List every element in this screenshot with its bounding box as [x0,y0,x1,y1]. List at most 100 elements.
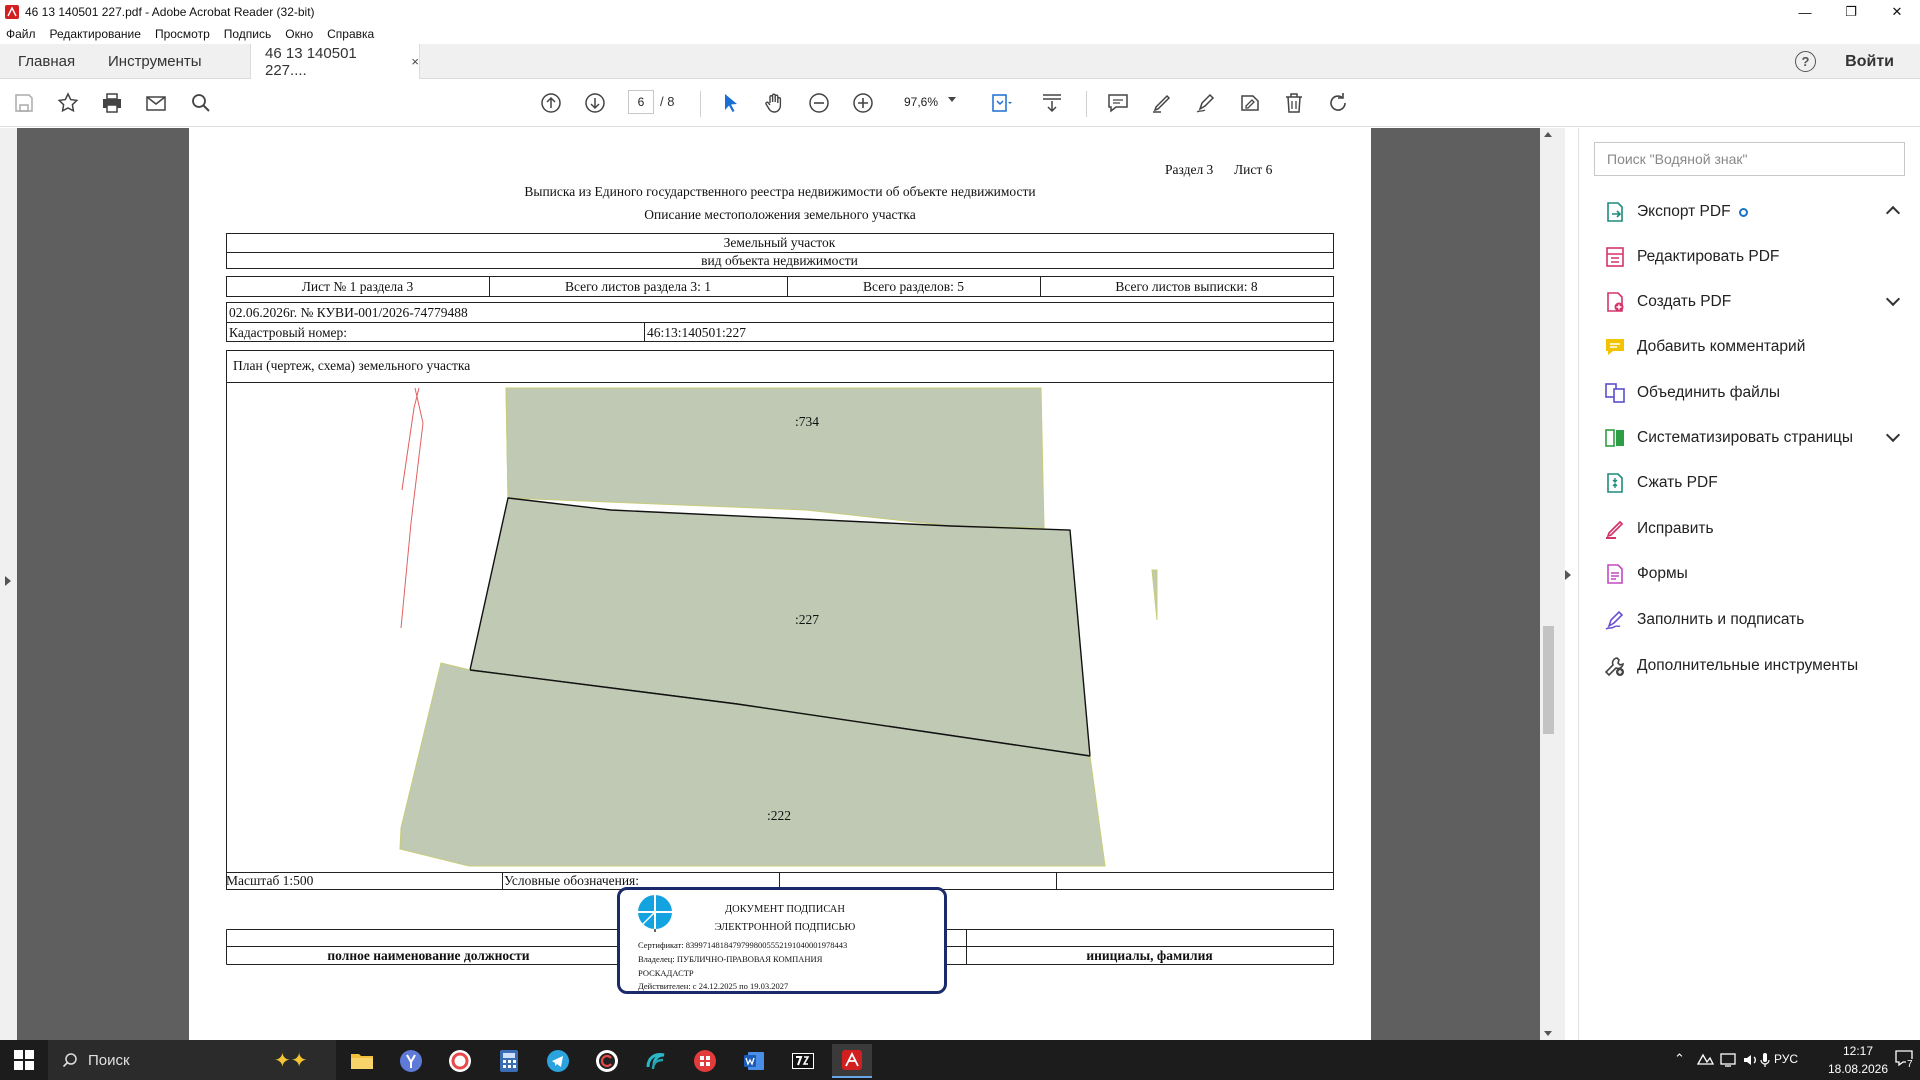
find-icon[interactable] [187,89,215,117]
show-hidden-icons-icon[interactable]: ⌃ [1674,1051,1685,1067]
print-icon[interactable] [98,89,126,117]
scroll-mode-icon[interactable] [1038,89,1066,117]
help-icon[interactable]: ? [1795,51,1816,72]
input-language[interactable]: РУС [1774,1052,1798,1066]
network-icon[interactable] [1720,1052,1738,1068]
menu-edit[interactable]: Редактирование [50,27,141,41]
comment-icon[interactable] [1104,89,1132,117]
cadastral-value: 46:13:140501:227 [647,325,747,340]
tab-document[interactable]: 46 13 140501 227.... × [250,44,420,79]
wave-app-icon[interactable] [636,1044,676,1078]
tool-label: Дополнительные инструменты [1637,657,1859,674]
bookmark-star-icon[interactable] [54,89,82,117]
name-caption: инициалы, фамилия [1086,948,1213,963]
menu-help[interactable]: Справка [327,27,374,41]
document-viewer[interactable]: Раздел 3 Лист 6 Выписка из Единого госуд… [0,128,1565,1040]
tool-label: Систематизировать страницы [1637,429,1853,446]
volume-icon[interactable] [1742,1052,1760,1068]
delete-icon[interactable] [1280,89,1308,117]
sign-pen-icon[interactable] [1192,89,1220,117]
stamp-certificate: Сертификат: 8399714818479799800555219104… [638,940,848,950]
tool-organize-pages[interactable]: Систематизировать страницы [1603,423,1853,453]
page-fit-icon[interactable] [987,89,1015,117]
tab-tools[interactable]: Инструменты [108,44,202,79]
sign-in-button[interactable]: Войти [1845,44,1894,79]
c-app-icon[interactable] [587,1044,627,1078]
rotate-icon[interactable] [1324,89,1352,117]
menu-window[interactable]: Окно [285,27,313,41]
page-number-input[interactable]: 6 [628,90,654,114]
rosreestr-emblem-icon [638,895,672,932]
page-total: / 8 [660,94,675,109]
copilot-tray-icon[interactable] [1696,1052,1714,1068]
start-button[interactable] [4,1043,44,1077]
hand-tool-icon[interactable] [761,89,789,117]
email-icon[interactable] [142,89,170,117]
zoom-out-icon[interactable] [805,89,833,117]
select-tool-icon[interactable] [717,89,745,117]
menu-file[interactable]: Файл [6,27,36,41]
vertical-scrollbar[interactable] [1540,128,1557,1040]
tool-edit-pdf[interactable]: Редактировать PDF [1603,242,1779,272]
left-pane-toggle[interactable] [0,128,17,1040]
taskbar-search[interactable]: Поиск ✦✦ [48,1040,336,1080]
tools-search-input[interactable]: Поиск "Водяной знак" [1594,142,1905,176]
browser-app-icon[interactable] [440,1044,480,1078]
sheets-total: Всего листов выписки: 8 [1115,279,1258,294]
save-icon[interactable] [10,89,38,117]
previous-page-icon[interactable] [537,89,565,117]
tool-fill-and-sign[interactable]: Заполнить и подписать [1603,605,1804,635]
expand-left-pane-icon[interactable] [5,576,11,586]
media-app-icon[interactable] [685,1044,725,1078]
tool-compress-pdf[interactable]: Сжать PDF [1603,468,1718,498]
expand-chevron-icon[interactable] [1885,427,1901,443]
position-caption: полное наименование должности [327,948,530,963]
notifications-button[interactable]: 7 [1894,1048,1916,1070]
yandex-browser-icon[interactable] [391,1044,431,1078]
pdf-page: Раздел 3 Лист 6 Выписка из Единого госуд… [189,128,1371,1040]
telegram-icon[interactable] [538,1044,578,1078]
menu-view[interactable]: Просмотр [155,27,210,41]
expand-chevron-icon[interactable] [1885,291,1901,307]
tool-redact[interactable]: Исправить [1603,514,1714,544]
maximize-button[interactable]: ❐ [1828,0,1874,24]
file-explorer-icon[interactable] [342,1044,382,1078]
new-feature-badge-icon [1738,207,1748,217]
scroll-up-icon[interactable] [1544,132,1552,137]
tool-combine-files[interactable]: Объединить файлы [1603,378,1780,408]
scroll-down-icon[interactable] [1544,1031,1552,1036]
zoom-in-icon[interactable] [849,89,877,117]
microphone-icon[interactable] [1760,1052,1770,1068]
close-tab-icon[interactable]: × [411,54,419,69]
copilot-sparkle-icon[interactable]: ✦✦ [274,1048,308,1073]
minimize-button[interactable]: — [1782,0,1828,24]
close-window-button[interactable]: ✕ [1874,0,1920,24]
tab-home[interactable]: Главная [18,44,75,79]
clock-date[interactable]: 18.08.2026 [1824,1062,1892,1076]
right-pane-divider[interactable] [1557,128,1565,1040]
tool-more-tools[interactable]: Дополнительные инструменты [1603,651,1858,681]
scrollbar-thumb[interactable] [1543,626,1554,734]
calculator-icon[interactable] [489,1044,529,1078]
tool-label: Добавить комментарий [1637,338,1806,355]
next-page-icon[interactable] [581,89,609,117]
clock-time[interactable]: 12:17 [1828,1044,1888,1058]
tool-add-comment[interactable]: Добавить комментарий [1603,332,1805,362]
tab-document-label: 46 13 140501 227.... [265,44,357,79]
zoom-dropdown-icon[interactable] [948,97,956,102]
tool-label: Исправить [1637,520,1714,537]
tool-forms[interactable]: Формы [1603,559,1688,589]
highlight-pen-icon[interactable] [1148,89,1176,117]
7zip-icon[interactable] [783,1044,823,1078]
tool-create-pdf[interactable]: Создать PDF [1603,287,1731,317]
sheets-in-section: Всего листов раздела 3: 1 [564,279,712,294]
fill-sign-icon[interactable] [1236,89,1264,117]
zoom-level-select[interactable]: 97,6% [898,90,966,114]
acrobat-taskbar-icon[interactable] [832,1044,872,1078]
tool-export-pdf[interactable]: Экспорт PDF [1603,197,1748,227]
collapse-right-pane-icon[interactable] [1565,570,1571,580]
menu-sign[interactable]: Подпись [224,27,272,41]
word-icon[interactable] [734,1044,774,1078]
tool-label: Объединить файлы [1637,384,1781,401]
collapse-chevron-icon[interactable] [1885,205,1901,221]
